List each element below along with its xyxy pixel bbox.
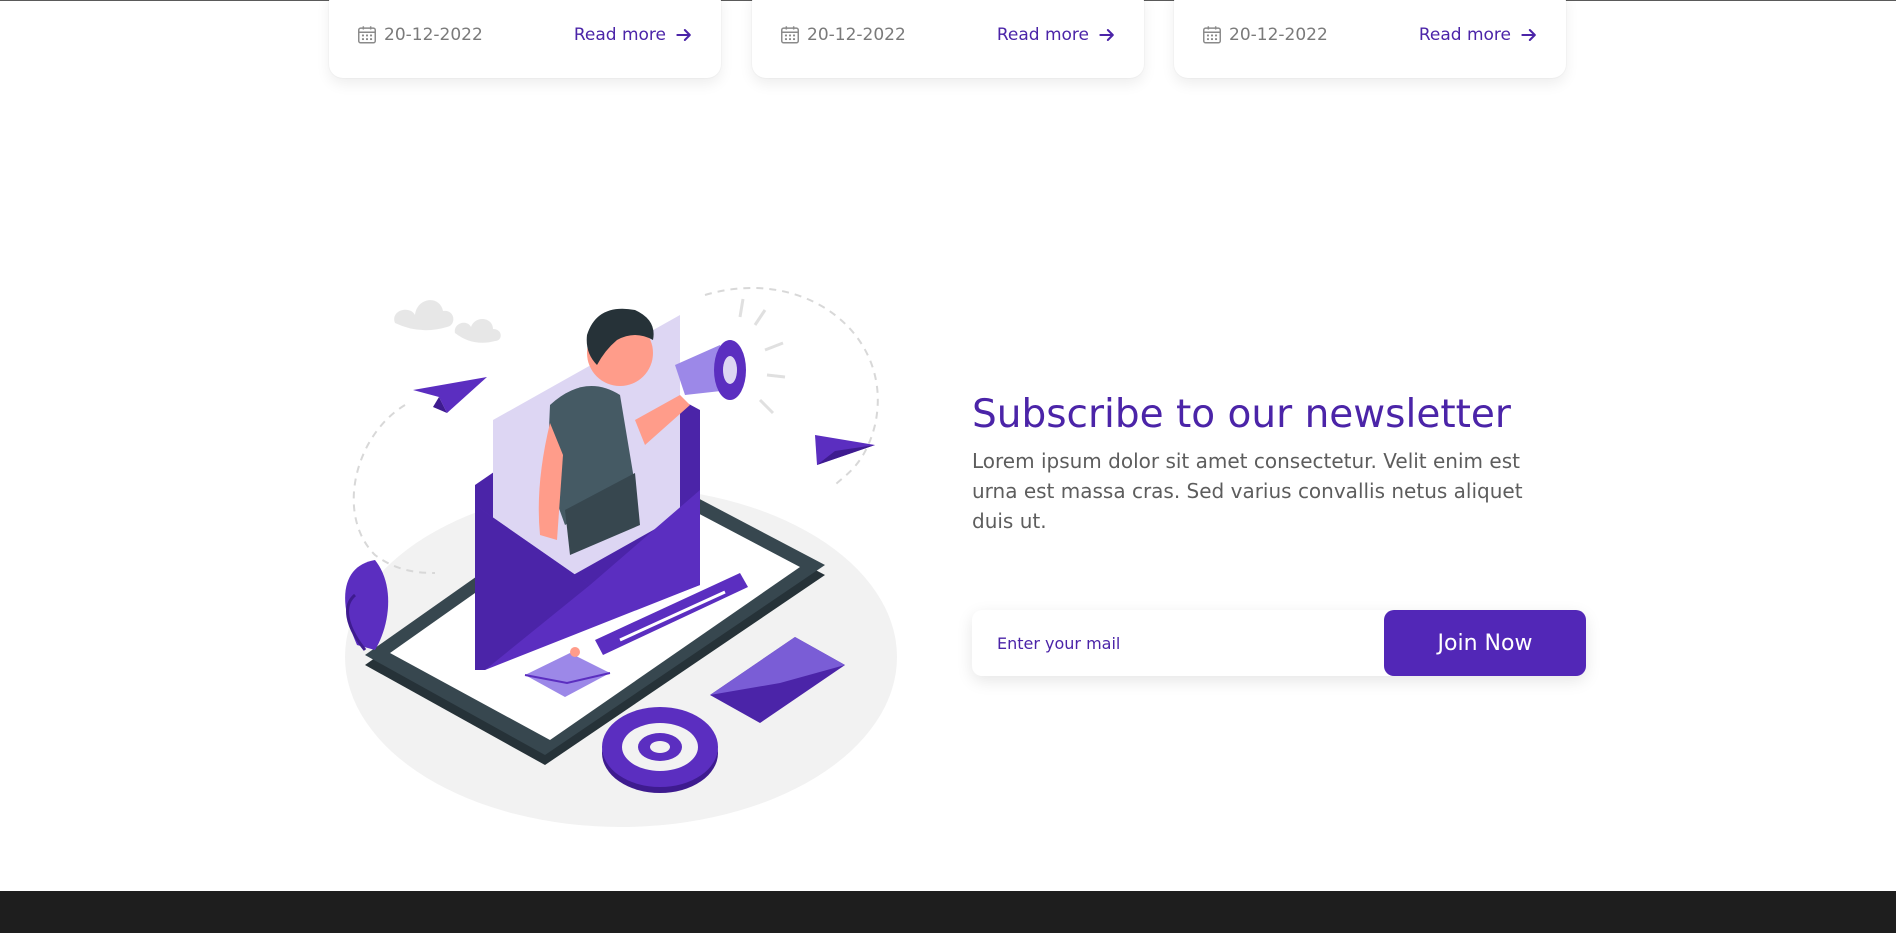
date-text: 20-12-2022	[807, 25, 906, 45]
join-now-button[interactable]: Join Now	[1384, 610, 1586, 676]
blog-card: 20-12-2022 Read more	[1174, 0, 1566, 78]
read-more-link[interactable]: Read more	[997, 23, 1117, 47]
read-more-link[interactable]: Read more	[574, 23, 694, 47]
newsletter-illustration	[345, 286, 897, 827]
card-date: 20-12-2022	[356, 23, 483, 47]
footer	[0, 891, 1896, 933]
newsletter-description: Lorem ipsum dolor sit amet consectetur. …	[972, 449, 1523, 533]
blog-card: 20-12-2022 Read more	[752, 0, 1144, 78]
newsletter-title: Subscribe to our newsletter	[972, 392, 1511, 437]
calendar-icon	[1203, 26, 1221, 44]
read-more-label: Read more	[1418, 25, 1511, 45]
card-date: 20-12-2022	[779, 23, 906, 47]
card-date: 20-12-2022	[1201, 23, 1328, 47]
read-more-label: Read more	[996, 25, 1089, 45]
calendar-icon	[358, 26, 376, 44]
blog-card: 20-12-2022 Read more	[329, 0, 721, 78]
arrow-right-icon	[1099, 29, 1114, 41]
calendar-icon	[781, 26, 799, 44]
arrow-right-icon	[676, 29, 691, 41]
read-more-link[interactable]: Read more	[1419, 23, 1539, 47]
subscribe-form: Join Now	[972, 610, 1586, 676]
arrow-right-icon	[1521, 29, 1536, 41]
read-more-label: Read more	[573, 25, 666, 45]
email-input[interactable]	[972, 610, 1382, 676]
date-text: 20-12-2022	[1229, 25, 1328, 45]
date-text: 20-12-2022	[384, 25, 483, 45]
